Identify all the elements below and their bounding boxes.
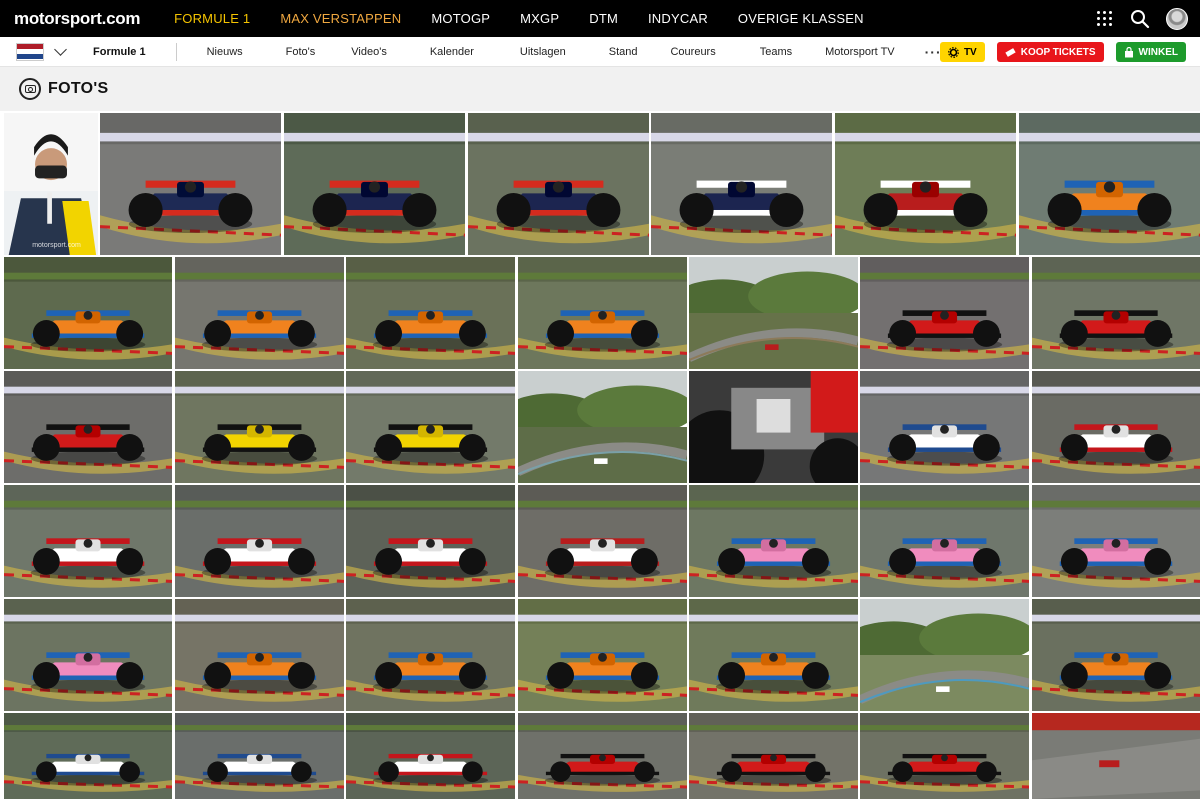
- section-label[interactable]: Formule 1: [93, 42, 177, 61]
- top-navigation-bar: motorsport.com FORMULE 1 MAX VERSTAPPEN MO…: [0, 0, 1200, 37]
- main-nav-item[interactable]: OVERIGE KLASSEN: [738, 11, 864, 26]
- gallery-photo-landscape[interactable]: [518, 371, 687, 483]
- subnav-item[interactable]: Teams: [760, 46, 792, 58]
- gallery-photo-ferrari[interactable]: [689, 713, 858, 799]
- gallery-photo-mclaren[interactable]: [346, 257, 515, 369]
- main-nav-item[interactable]: MOTOGP: [431, 11, 490, 26]
- gallery-photo-haas[interactable]: [175, 485, 344, 597]
- gallery-photo-haas-rear[interactable]: [689, 371, 858, 483]
- gallery-photo-mclaren[interactable]: [175, 599, 344, 711]
- subnav-item[interactable]: Nieuws: [207, 46, 243, 58]
- gallery-photo-landscape[interactable]: [689, 257, 858, 369]
- page-title: FOTO'S: [48, 80, 109, 97]
- main-nav-item[interactable]: FORMULE 1: [174, 11, 250, 26]
- motorsport-logo[interactable]: motorsport.com: [14, 0, 140, 37]
- main-nav-item[interactable]: MXGP: [520, 11, 559, 26]
- gallery-photo-red-bull-closeup[interactable]: [284, 113, 465, 255]
- gallery-photo-mclaren[interactable]: [689, 599, 858, 711]
- gallery-photo-mclaren[interactable]: [1019, 113, 1200, 255]
- gallery-photo-alphatauri-redbull[interactable]: [651, 113, 832, 255]
- netherlands-flag-icon[interactable]: [16, 42, 44, 61]
- gallery-photo-williams[interactable]: [860, 371, 1029, 483]
- gallery-photo-landscape[interactable]: [860, 599, 1029, 711]
- subnav-items: Nieuws Foto's Video's Kalender Uitslagen Stan…: [207, 46, 895, 58]
- main-nav-item[interactable]: MAX VERSTAPPEN: [280, 11, 401, 26]
- page-title-bar: FOTO'S: [0, 67, 1200, 111]
- logo-text: motorsport.com: [14, 8, 141, 28]
- gallery-photo-ferrari[interactable]: [4, 371, 172, 483]
- subnav-item[interactable]: Foto's: [286, 46, 316, 58]
- gallery-photo-mclaren[interactable]: [1032, 599, 1200, 711]
- gallery-photo-racing-point[interactable]: [860, 485, 1029, 597]
- gallery-photo-track[interactable]: [1032, 713, 1200, 799]
- search-icon[interactable]: [1130, 9, 1150, 29]
- gallery-photo-red-bull[interactable]: [468, 113, 649, 255]
- shop-button[interactable]: WINKEL: [1115, 42, 1186, 62]
- gallery-photo-haas[interactable]: [4, 485, 172, 597]
- gallery-photo-haas[interactable]: [1032, 371, 1200, 483]
- gallery-photo-mclaren[interactable]: [346, 599, 515, 711]
- gallery-photo-racing-point[interactable]: [4, 599, 172, 711]
- gallery-photo-renault[interactable]: [175, 371, 344, 483]
- gallery-photo-williams[interactable]: [4, 713, 172, 799]
- apps-grid-icon[interactable]: [1097, 11, 1112, 26]
- tv-button-label: TV: [963, 46, 977, 58]
- gallery-photo-ferrari[interactable]: [860, 713, 1029, 799]
- buy-tickets-label: KOOP TICKETS: [1020, 46, 1096, 58]
- chevron-down-icon[interactable]: [54, 42, 67, 56]
- gallery-photo-ferrari[interactable]: [1032, 257, 1200, 369]
- buy-tickets-button[interactable]: KOOP TICKETS: [996, 42, 1104, 62]
- photo-watermark: motorsport.com: [32, 242, 81, 249]
- gallery-photo-racing-point[interactable]: [689, 485, 858, 597]
- gallery-photo-mclaren[interactable]: [518, 257, 687, 369]
- gallery-photo-alfa-romeo[interactable]: [518, 485, 687, 597]
- gallery-photo-mclaren[interactable]: [175, 257, 344, 369]
- gallery-photo-driver-portrait[interactable]: motorsport.com: [4, 113, 98, 255]
- gallery-photo-mclaren[interactable]: [4, 257, 172, 369]
- subnav-buttons: TV KOOP TICKETS WINKEL: [928, 42, 1186, 62]
- gallery-photo-racing-point[interactable]: [1032, 485, 1200, 597]
- gallery-photo-alfa-romeo[interactable]: [835, 113, 1016, 255]
- gallery-photo-haas-closeup[interactable]: [346, 485, 515, 597]
- user-avatar[interactable]: [1166, 7, 1188, 30]
- gallery-photo-red-bull[interactable]: [100, 113, 281, 255]
- shop-button-label: WINKEL: [1138, 46, 1178, 58]
- camera-icon: [19, 78, 41, 100]
- gallery-photo-mclaren[interactable]: [518, 599, 687, 711]
- section-subnavigation: Formule 1 Nieuws Foto's Video's Kalender Uit…: [0, 37, 1200, 67]
- gallery-photo-ferrari[interactable]: [518, 713, 687, 799]
- gallery-photo-renault[interactable]: [346, 371, 515, 483]
- tv-button[interactable]: TV: [939, 42, 985, 62]
- main-nav-item[interactable]: INDYCAR: [648, 11, 708, 26]
- subnav-item[interactable]: Uitslagen: [520, 46, 566, 58]
- gear-icon: [948, 46, 959, 58]
- shopping-bag-icon: [1124, 46, 1133, 57]
- subnav-item[interactable]: Kalender: [430, 46, 474, 58]
- main-navigation: FORMULE 1 MAX VERSTAPPEN MOTOGP MXGP DTM INDY…: [174, 0, 894, 37]
- subnav-item[interactable]: Video's: [351, 46, 387, 58]
- gallery-photo-williams[interactable]: [175, 713, 344, 799]
- subnav-item[interactable]: Coureurs: [670, 46, 715, 58]
- ticket-icon: [1005, 47, 1016, 57]
- subnav-item[interactable]: Stand: [609, 46, 638, 58]
- subnav-item[interactable]: Motorsport TV: [825, 46, 895, 58]
- photo-gallery: motorsport.com: [0, 111, 1200, 799]
- main-nav-item[interactable]: DTM: [589, 11, 618, 26]
- header-icons: [1097, 0, 1188, 37]
- gallery-photo-haas[interactable]: [346, 713, 515, 799]
- gallery-photo-ferrari[interactable]: [860, 257, 1029, 369]
